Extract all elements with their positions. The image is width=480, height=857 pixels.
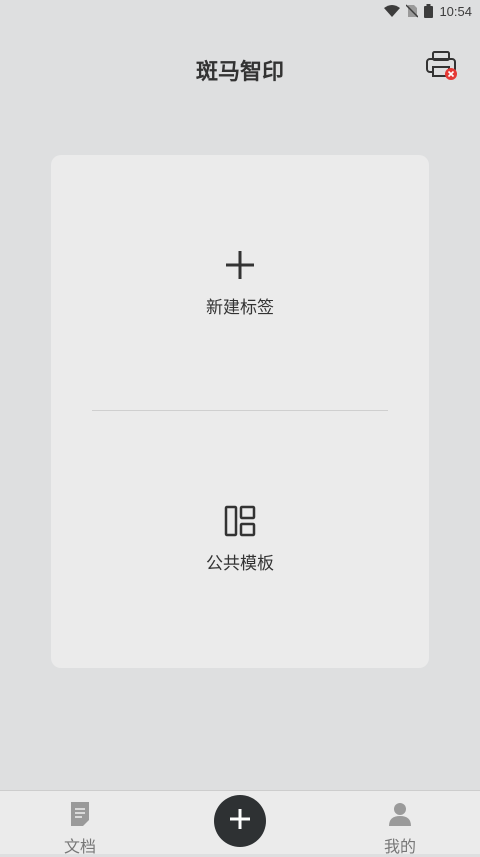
nav-docs[interactable]: 文档 bbox=[40, 801, 120, 857]
app-title: 斑马智印 bbox=[195, 60, 284, 85]
plus-icon bbox=[229, 808, 251, 834]
battery-icon bbox=[424, 4, 434, 18]
nav-mine-label: 我的 bbox=[383, 837, 416, 856]
no-sim-icon bbox=[406, 4, 419, 18]
status-bar: 10:54 bbox=[0, 0, 480, 22]
main-card: 新建标签 公共模板 bbox=[51, 155, 429, 668]
new-label-button[interactable]: 新建标签 bbox=[51, 249, 429, 318]
title-bar: 斑马智印 bbox=[0, 40, 480, 96]
divider bbox=[92, 410, 388, 411]
document-icon bbox=[68, 801, 92, 831]
user-icon bbox=[388, 801, 412, 831]
plus-icon bbox=[224, 249, 256, 285]
wifi-icon bbox=[384, 4, 401, 18]
status-time: 10:54 bbox=[439, 3, 472, 19]
template-layout-icon bbox=[224, 505, 256, 541]
printer-button[interactable] bbox=[422, 50, 462, 86]
printer-disconnected-icon bbox=[425, 50, 459, 86]
public-template-text: 公共模板 bbox=[206, 554, 274, 574]
public-template-button[interactable]: 公共模板 bbox=[51, 505, 429, 574]
new-label-text: 新建标签 bbox=[206, 298, 274, 318]
nav-mine[interactable]: 我的 bbox=[360, 801, 440, 857]
add-fab-button[interactable] bbox=[214, 795, 266, 847]
nav-docs-label: 文档 bbox=[63, 837, 96, 856]
